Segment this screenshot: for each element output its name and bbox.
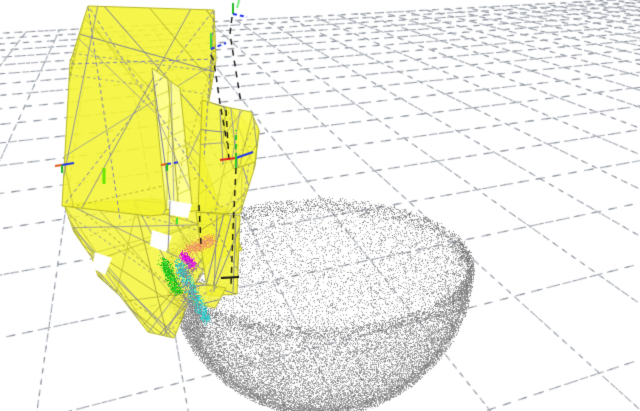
annotations-layer <box>0 0 640 411</box>
viewport-3d[interactable] <box>0 0 640 411</box>
